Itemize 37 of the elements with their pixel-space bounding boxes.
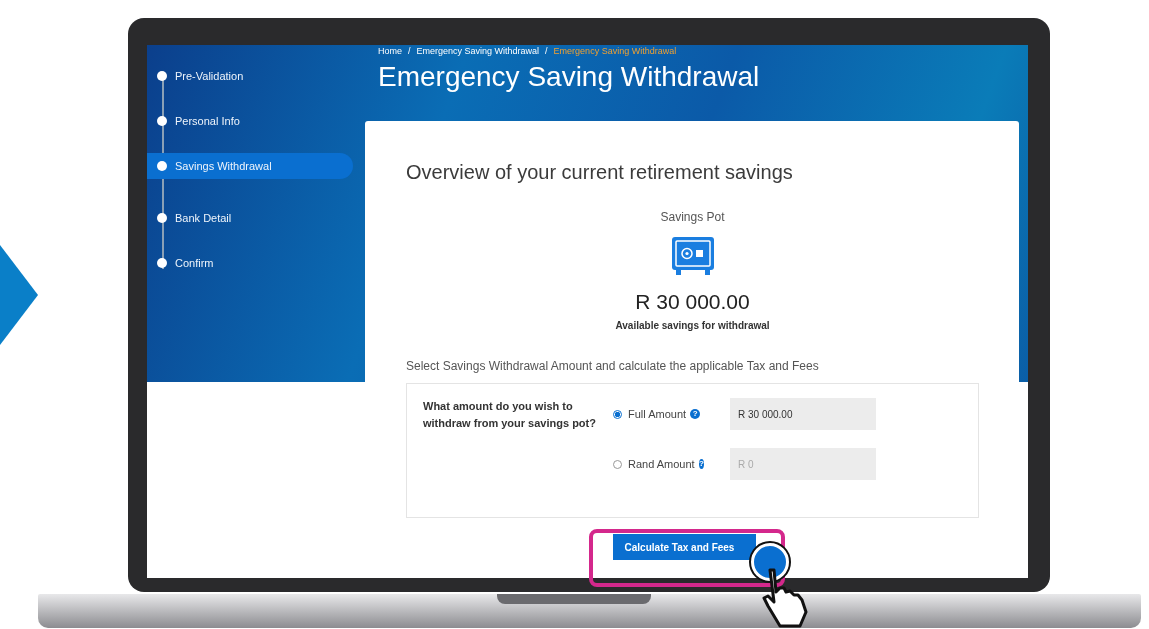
step-item[interactable]: Personal Info xyxy=(147,108,353,134)
option-label: Rand Amount xyxy=(628,458,695,470)
step-dot-icon xyxy=(157,116,167,126)
step-dot-icon xyxy=(157,161,167,171)
step-dot-icon xyxy=(157,258,167,268)
step-item[interactable]: Bank Detail xyxy=(147,205,353,231)
step-label: Pre-Validation xyxy=(175,70,244,82)
calculate-button[interactable]: Calculate Tax and Fees xyxy=(612,534,757,560)
savings-amount: R 30 000.00 xyxy=(635,290,750,314)
help-icon[interactable]: ? xyxy=(690,409,701,419)
step-dot-icon xyxy=(157,71,167,81)
step-item[interactable]: Pre-Validation xyxy=(147,63,353,89)
instruction-text: Select Savings Withdrawal Amount and calculate the applicable Tax and Fees xyxy=(406,359,820,373)
radio-button[interactable] xyxy=(613,409,622,419)
amount-field[interactable]: R 0 xyxy=(730,448,876,480)
breadcrumb-link[interactable]: Emergency Saving Withdrawal xyxy=(416,45,540,57)
help-icon[interactable]: ? xyxy=(698,459,704,469)
step-label: Confirm xyxy=(175,257,214,269)
amount-field[interactable]: R 30 000.00 xyxy=(730,398,876,430)
step-label: Personal Info xyxy=(175,115,240,127)
step-label: Savings Withdrawal xyxy=(175,160,272,172)
breadcrumb-link[interactable]: Home xyxy=(378,45,402,57)
arrow-icon xyxy=(0,245,38,345)
page-title: Emergency Saving Withdrawal xyxy=(378,61,761,94)
question-text: What amount do you wish to withdraw from your savings pot? xyxy=(423,399,597,431)
step-item[interactable]: Savings Withdrawal xyxy=(147,153,353,179)
step-item[interactable]: Confirm xyxy=(147,250,353,276)
breadcrumb-separator: / xyxy=(545,45,548,57)
option-label: Full Amount xyxy=(628,408,687,420)
radio-button[interactable] xyxy=(613,459,622,469)
step-dot-icon xyxy=(157,213,167,223)
safe-icon xyxy=(670,236,715,276)
pot-label: Savings Pot xyxy=(660,210,725,224)
amount-caption: Available savings for withdrawal xyxy=(615,320,770,331)
breadcrumb-separator: / xyxy=(408,45,411,57)
step-label: Bank Detail xyxy=(175,212,232,224)
card-title: Overview of your current retirement savings xyxy=(406,161,794,184)
